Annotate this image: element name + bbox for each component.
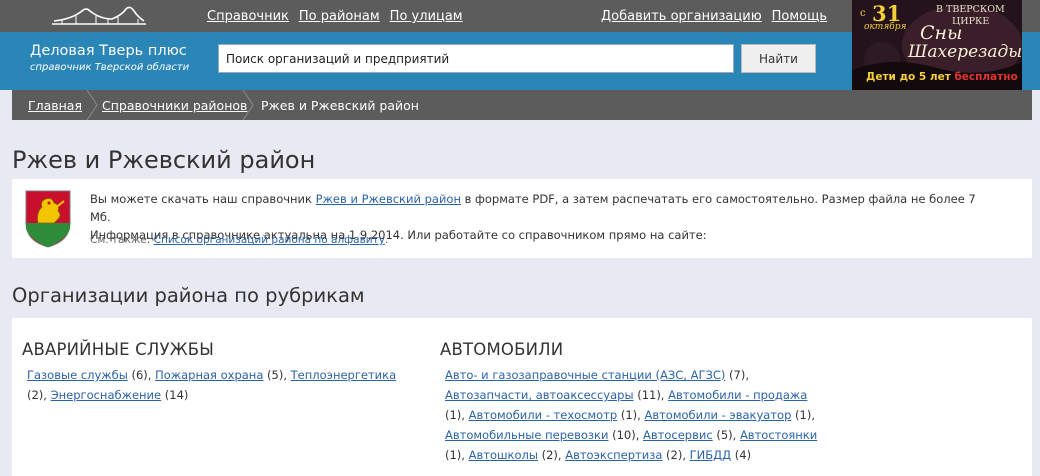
category-automobiles: АВТОМОБИЛИ Авто- и газозаправочные станц… xyxy=(440,340,822,465)
category-link[interactable]: Автомобили - техосмотр xyxy=(469,408,618,422)
section-title: Организации района по рубрикам xyxy=(12,284,365,307)
breadcrumb-current: Ржев и Ржевский район xyxy=(261,98,419,113)
brand-subtitle: справочник Тверской области xyxy=(30,62,190,73)
category-count: (5), xyxy=(263,368,291,382)
category-count: (2), xyxy=(662,448,690,462)
breadcrumb-separator-icon xyxy=(242,90,254,120)
category-link[interactable]: Авто- и газозаправочные станции (АЗС, АГ… xyxy=(445,368,725,382)
top-nav-right: Добавить организацию Помощь xyxy=(601,9,837,24)
categories-box: АВАРИЙНЫЕ СЛУЖБЫ Газовые службы (6), Пож… xyxy=(12,318,1032,476)
category-link[interactable]: Автоэкспертиза xyxy=(565,448,662,462)
category-link[interactable]: Автосервис xyxy=(643,428,713,442)
category-link[interactable]: Газовые службы xyxy=(27,368,128,382)
ad-offer: Дети до 5 лет бесплатно xyxy=(866,71,1018,83)
site-logo[interactable] xyxy=(52,5,146,25)
category-count: (1), xyxy=(617,408,645,422)
category-count: (7), xyxy=(725,368,749,382)
ad-offer-main: Дети до 5 лет xyxy=(866,71,955,83)
category-emergency: АВАРИЙНЫЕ СЛУЖБЫ Газовые службы (6), Пож… xyxy=(22,340,402,405)
top-nav: Справочник По районам По улицам xyxy=(207,9,473,24)
help-link[interactable]: Помощь xyxy=(772,9,827,24)
nav-by-district[interactable]: По районам xyxy=(299,9,380,24)
category-link[interactable]: Автомобили - эвакуатор xyxy=(644,408,791,422)
category-count: (11), xyxy=(633,388,669,402)
category-link[interactable]: Автомобили - продажа xyxy=(668,388,807,402)
search-input[interactable] xyxy=(218,44,734,73)
alphabetical-list-link[interactable]: Список организаций района по алфавиту xyxy=(154,234,385,246)
category-count: (2), xyxy=(537,448,566,462)
category-count: (5), xyxy=(712,428,740,442)
category-link[interactable]: Пожарная охрана xyxy=(155,368,263,382)
download-info-box: Вы можете скачать наш справочник Ржев и … xyxy=(12,179,1032,258)
breadcrumb: Главная Справочники районов Ржев и Ржевс… xyxy=(12,90,1032,120)
category-count: (14) xyxy=(161,388,189,402)
category-link[interactable]: Автошколы xyxy=(469,448,538,462)
category-title: АВАРИЙНЫЕ СЛУЖБЫ xyxy=(22,340,214,359)
page-title: Ржев и Ржевский район xyxy=(12,146,316,174)
category-count: (6), xyxy=(127,368,156,382)
category-links: Авто- и газозаправочные станции (АЗС, АГ… xyxy=(440,365,822,465)
pdf-download-link[interactable]: Ржев и Ржевский район xyxy=(316,192,461,206)
breadcrumb-separator-icon xyxy=(86,90,98,120)
category-count: (2), xyxy=(27,388,51,402)
add-organization-link[interactable]: Добавить организацию xyxy=(601,9,762,24)
breadcrumb-home[interactable]: Главная xyxy=(28,98,82,113)
category-link[interactable]: Автостоянки xyxy=(740,428,817,442)
see-also-label: См. также: xyxy=(90,234,154,246)
category-count: (10), xyxy=(608,428,644,442)
info-text-before: Вы можете скачать наш справочник xyxy=(90,192,316,206)
see-also-end: . xyxy=(384,234,389,246)
category-count: (1), xyxy=(445,448,469,462)
category-title: АВТОМОБИЛИ xyxy=(440,340,564,359)
nav-by-street[interactable]: По улицам xyxy=(390,9,463,24)
ad-date-month: октября xyxy=(864,22,907,32)
category-count: (1), xyxy=(445,408,469,422)
ad-show-title-1: Сны xyxy=(920,22,963,44)
breadcrumb-districts[interactable]: Справочники районов xyxy=(102,98,247,113)
see-also: См. также: Список организаций района по … xyxy=(90,234,388,246)
category-count: (1), xyxy=(791,408,815,422)
category-links: Газовые службы (6), Пожарная охрана (5),… xyxy=(22,365,402,405)
coat-of-arms-icon xyxy=(25,190,71,248)
brand-title[interactable]: Деловая Тверь плюс xyxy=(30,43,187,59)
ad-date-prefix: с xyxy=(860,8,866,19)
ad-offer-accent: бесплатно xyxy=(954,71,1018,83)
category-link[interactable]: ГИБДД xyxy=(690,448,731,462)
nav-directory[interactable]: Справочник xyxy=(207,9,289,24)
ad-show-title-2: Шахерезады xyxy=(908,42,1022,62)
circus-ad-banner[interactable]: с 31 октября В ТВЕРСКОМ ЦИРКЕ Сны Шахере… xyxy=(852,0,1022,90)
ad-venue: В ТВЕРСКОМ xyxy=(936,4,1005,15)
category-link[interactable]: Автозапчасти, автоаксессуары xyxy=(445,388,634,402)
category-link[interactable]: Автомобильные перевозки xyxy=(445,428,608,442)
category-link[interactable]: Энергоснабжение xyxy=(51,388,162,402)
search-button[interactable]: Найти xyxy=(741,44,816,73)
category-count: (4) xyxy=(731,448,752,462)
category-link[interactable]: Теплоэнергетика xyxy=(291,368,397,382)
